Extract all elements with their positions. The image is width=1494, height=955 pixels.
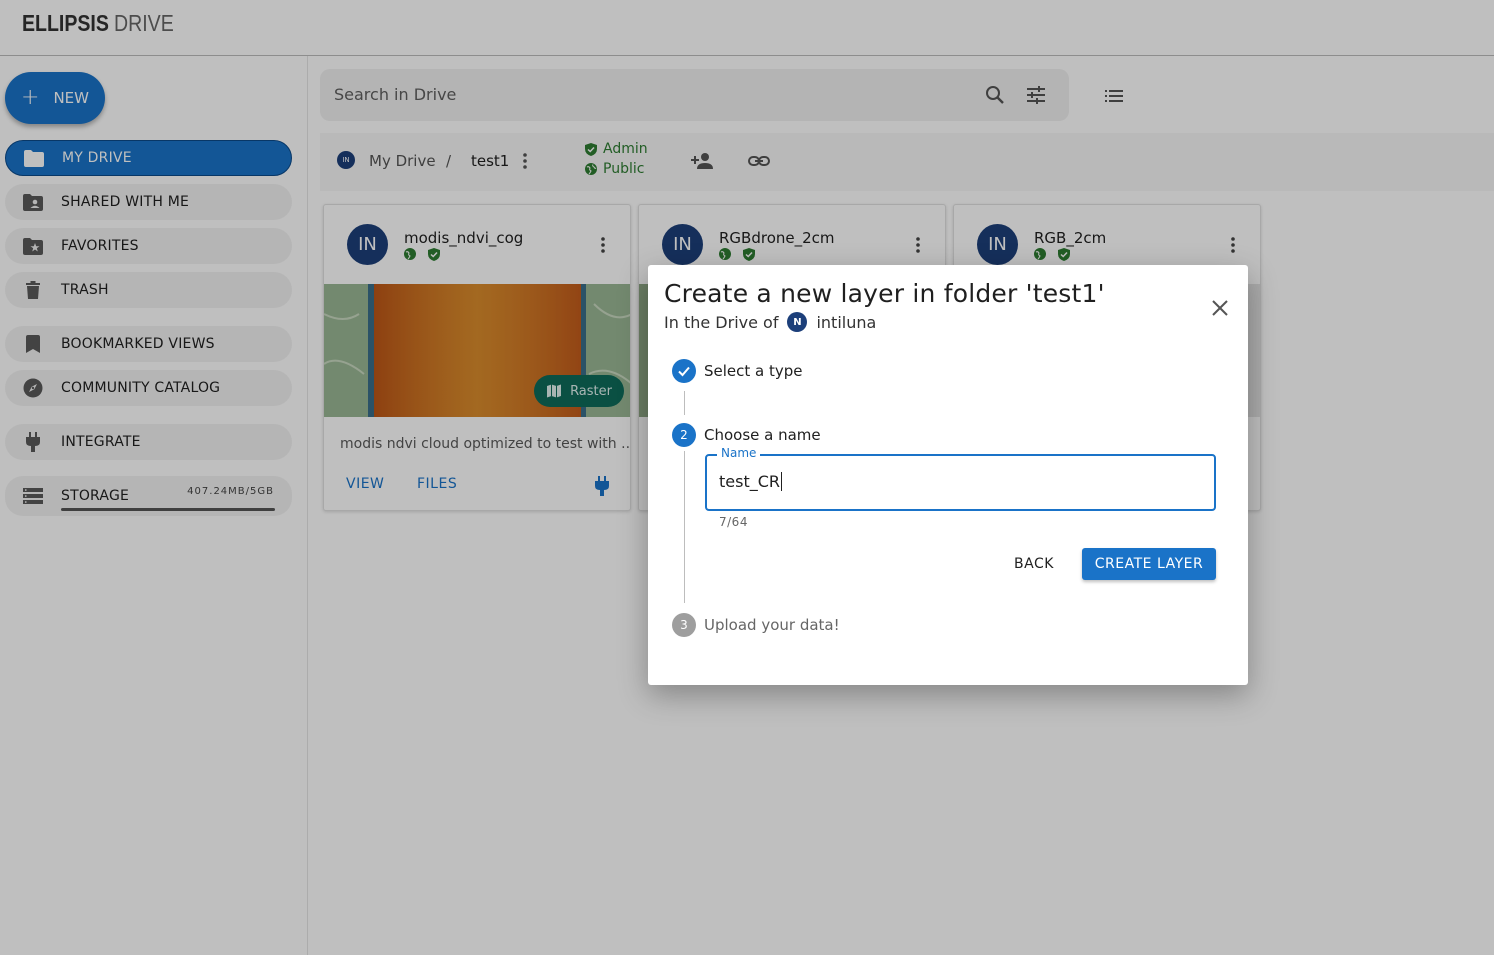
- name-field[interactable]: Name test_CR: [705, 446, 1216, 511]
- step-3-number: 3: [672, 613, 696, 637]
- step-3-label: Upload your data!: [704, 616, 840, 634]
- name-field-label: Name: [717, 446, 761, 460]
- step-2-label: Choose a name: [704, 426, 821, 444]
- name-input-value: test_CR: [719, 472, 781, 491]
- dialog-subtitle: In the Drive of N intiluna: [664, 312, 876, 332]
- create-layer-button[interactable]: CREATE LAYER: [1082, 548, 1216, 580]
- step-1-label[interactable]: Select a type: [704, 362, 803, 380]
- name-input[interactable]: test_CR: [719, 472, 783, 491]
- step-connector: [684, 451, 685, 603]
- back-button[interactable]: BACK: [1000, 548, 1068, 580]
- step-1-check-icon: [672, 359, 696, 383]
- subtitle-prefix: In the Drive of: [664, 312, 779, 332]
- text-caret: [781, 472, 783, 491]
- owner-avatar: N: [787, 312, 808, 332]
- character-counter: 7/64: [719, 515, 748, 529]
- step-2-number: 2: [672, 423, 696, 447]
- close-icon[interactable]: [1210, 298, 1230, 318]
- step-connector: [684, 391, 685, 415]
- create-layer-dialog: Create a new layer in folder 'test1' In …: [648, 265, 1248, 685]
- owner-name: intiluna: [816, 312, 877, 332]
- dialog-title: Create a new layer in folder 'test1': [664, 279, 1105, 308]
